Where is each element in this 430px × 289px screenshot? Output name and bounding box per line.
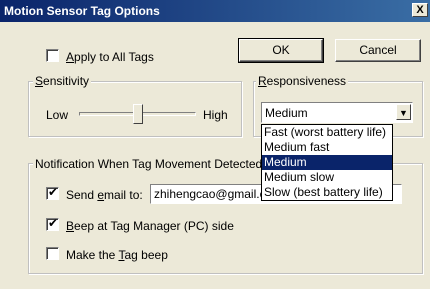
send-email-checkbox[interactable]: ✔ xyxy=(46,185,59,200)
beep-manager-label[interactable]: Beep at Tag Manager (PC) side xyxy=(66,219,234,233)
dropdown-arrow-icon[interactable]: ▼ xyxy=(396,104,411,120)
close-icon: X xyxy=(416,4,424,16)
sensitivity-high-label: High xyxy=(203,108,228,122)
tag-beep-label[interactable]: Make the Tag beep xyxy=(66,248,168,262)
cancel-button[interactable]: Cancel xyxy=(335,39,421,62)
apply-all-checkbox[interactable] xyxy=(46,49,59,62)
dropdown-option[interactable]: Medium xyxy=(262,155,392,170)
checkmark-icon: ✔ xyxy=(48,216,59,230)
notification-title: Notification When Tag Movement Detected xyxy=(33,157,265,171)
sensitivity-slider-thumb[interactable] xyxy=(132,104,143,124)
responsiveness-selected-value: Medium xyxy=(265,106,308,120)
checkmark-icon: ✔ xyxy=(48,185,59,199)
dropdown-option[interactable]: Medium fast xyxy=(262,140,392,155)
dropdown-option[interactable]: Slow (best battery life) xyxy=(262,185,392,200)
send-email-label[interactable]: Send email to: xyxy=(66,188,143,202)
dropdown-option[interactable]: Fast (worst battery life) xyxy=(262,125,392,140)
apply-all-label[interactable]: Apply to All Tags xyxy=(66,50,154,64)
window-title: Motion Sensor Tag Options xyxy=(4,4,160,18)
tag-beep-checkbox[interactable] xyxy=(46,247,59,260)
close-button[interactable]: X xyxy=(412,3,428,17)
responsiveness-title: Responsiveness xyxy=(256,74,349,88)
dialog-window: Motion Sensor Tag Options X Apply to All… xyxy=(0,0,430,289)
responsiveness-dropdown-list: Fast (worst battery life) Medium fast Medi… xyxy=(261,124,393,201)
sensitivity-title: Sensitivity xyxy=(33,74,92,88)
sensitivity-low-label: Low xyxy=(46,108,69,122)
responsiveness-select[interactable]: Medium ▼ xyxy=(261,102,413,123)
ok-button[interactable]: OK xyxy=(238,38,324,63)
title-bar[interactable]: Motion Sensor Tag Options X xyxy=(0,0,430,22)
dropdown-option[interactable]: Medium slow xyxy=(262,170,392,185)
beep-manager-checkbox[interactable]: ✔ xyxy=(46,216,59,231)
